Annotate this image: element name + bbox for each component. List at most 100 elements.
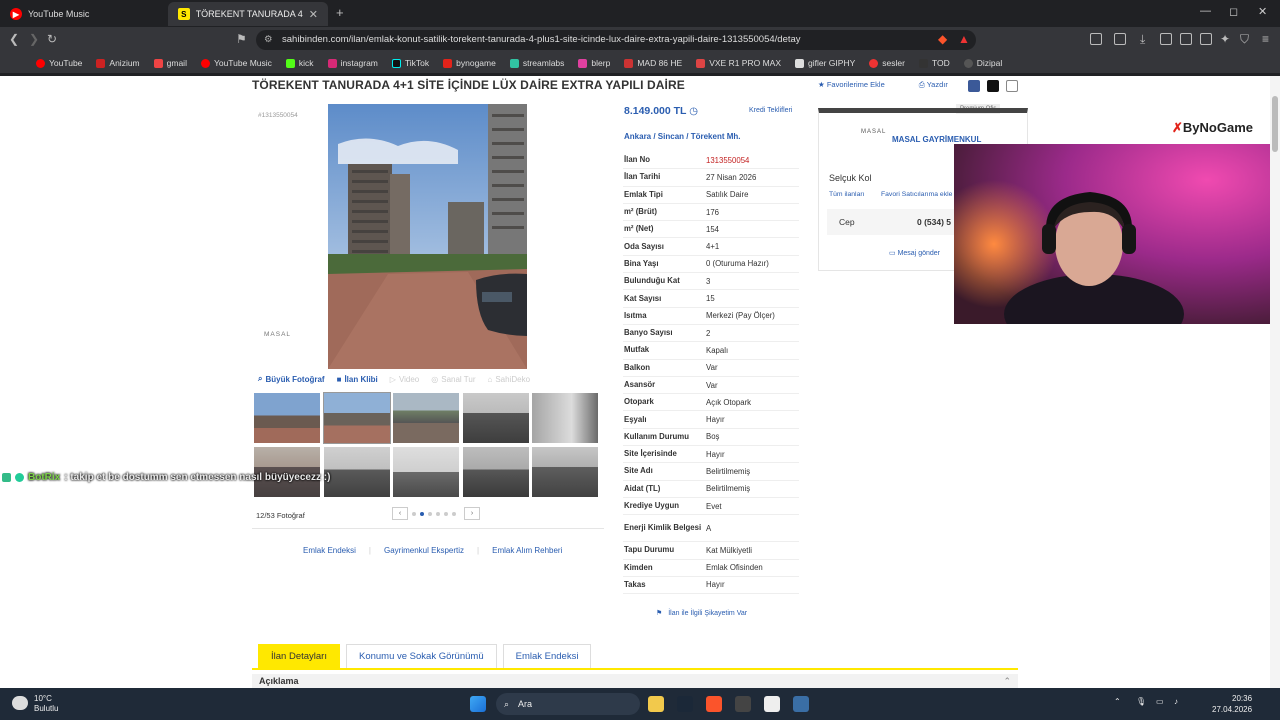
system-clock[interactable]: 20:36 27.04.2026 [1212, 693, 1252, 715]
collapse-icon[interactable]: ⌃ [1003, 676, 1011, 687]
thumbnail[interactable] [254, 393, 320, 443]
sahideko-link[interactable]: ⌂ SahiDeko [488, 375, 531, 384]
bookmark-dizipal[interactable]: Dizipal [963, 58, 1002, 68]
prev-photos-button[interactable]: ‹ [392, 507, 408, 520]
bookmark-bynogame[interactable]: bynogame [443, 58, 496, 68]
pager-dot[interactable] [412, 511, 416, 516]
thumbnail[interactable] [532, 447, 598, 497]
bookmark-vxe[interactable]: VXE R1 PRO MAX [696, 58, 781, 68]
big-photo-link[interactable]: ⌕ Büyük Fotoğraf [258, 374, 325, 384]
bookmark-gmail[interactable]: gmail [153, 58, 187, 68]
pager-dot-active[interactable] [420, 511, 424, 516]
history-icon[interactable] [1160, 33, 1172, 45]
address-bar[interactable]: ⚙ sahibinden.com/ilan/emlak-konut-satili… [256, 30, 976, 50]
pager-dot[interactable] [452, 511, 456, 516]
menu-icon[interactable]: ≡ [1262, 32, 1269, 46]
bookmark-anizium[interactable]: Anizium [96, 58, 140, 68]
neighborhood-link[interactable]: Törekent Mh. [691, 132, 741, 141]
bookmark-icon[interactable]: ⚑ [236, 32, 247, 46]
file-explorer-icon[interactable] [648, 696, 664, 712]
bookmark-tod[interactable]: TOD [918, 58, 950, 68]
main-photo[interactable] [328, 104, 527, 369]
close-window-icon[interactable]: ✕ [1258, 5, 1267, 18]
bookmark-sesler[interactable]: sesler [869, 58, 905, 68]
store-icon[interactable] [764, 696, 780, 712]
tab-youtube-music[interactable]: ▶ YouTube Music [0, 2, 168, 26]
close-tab-icon[interactable]: ✕ [309, 8, 318, 21]
next-photos-button[interactable]: › [464, 507, 480, 520]
weather-widget[interactable]: 10°C Bulutlu [34, 694, 58, 714]
tab-location[interactable]: Konumu ve Sokak Görünümü [345, 644, 497, 668]
thumbnail-selected[interactable] [322, 392, 391, 444]
new-tab-icon[interactable]: + [336, 5, 344, 20]
bookmark-kick[interactable]: kick [285, 58, 314, 68]
all-ads-link[interactable]: Tüm ilanları [829, 191, 865, 198]
tab-listing-details[interactable]: İlan Detayları [258, 644, 340, 668]
listing-clip-link[interactable]: ■ İlan Klibi [337, 375, 378, 384]
bookmark-giphy[interactable]: gifler GIPHY [795, 58, 855, 68]
scrollbar-thumb[interactable] [1272, 96, 1278, 152]
bookmark-instagram[interactable]: instagram [327, 58, 378, 68]
forward-icon[interactable]: ❯ [29, 32, 39, 46]
screenshot-icon[interactable] [1114, 33, 1126, 45]
vpn-icon[interactable]: ⛉ [1240, 32, 1249, 47]
site-info-icon[interactable]: ⚙ [264, 30, 273, 50]
minimize-icon[interactable]: — [1200, 5, 1211, 17]
credit-offers-link[interactable]: Kredi Teklifleri [749, 107, 792, 114]
x-share-icon[interactable] [987, 80, 999, 92]
brave-shield-icon[interactable]: ◆ [938, 32, 947, 46]
favorite-link[interactable]: ★ Favorilerime Ekle [818, 80, 885, 90]
tab-listing[interactable]: S TÖREKENT TANURADA 4+1 SİTE ✕ [168, 2, 328, 26]
brave-rewards-icon[interactable]: ▲ [958, 32, 970, 46]
rehber-link[interactable]: Emlak Alım Rehberi [492, 546, 562, 555]
city-link[interactable]: Ankara [624, 132, 651, 141]
favorite-seller-link[interactable]: Favori Satıcılarıma ekle [881, 191, 952, 198]
video-link[interactable]: ▷ Video [390, 375, 419, 384]
thumbnail[interactable] [532, 393, 598, 443]
mail-share-icon[interactable] [1006, 80, 1018, 92]
maximize-icon[interactable]: ◻ [1229, 5, 1238, 18]
seller-office-name[interactable]: MASAL GAYRİMENKUL [892, 135, 981, 144]
leo-icon[interactable]: ✦ [1220, 32, 1230, 46]
ekspertiz-link[interactable]: Gayrimenkul Ekspertiz [384, 546, 464, 555]
thumbnail[interactable] [462, 447, 529, 497]
weather-icon[interactable] [12, 696, 28, 710]
windows-start-icon[interactable] [470, 696, 486, 712]
mic-icon[interactable]: 🎙 [1136, 697, 1146, 706]
thumbnail[interactable] [393, 393, 459, 443]
print-link[interactable]: ⎙ Yazdır [919, 80, 948, 90]
steam-icon[interactable] [677, 696, 693, 712]
page-scrollbar[interactable] [1270, 76, 1280, 688]
pager-dot[interactable] [436, 511, 440, 516]
taskbar-search[interactable]: ⌕ Ara [496, 693, 640, 715]
bookmark-youtube[interactable]: YouTube [36, 58, 82, 68]
download-icon[interactable]: ⤓ [1140, 32, 1145, 47]
reload-icon[interactable]: ↻ [47, 32, 57, 46]
bookmark-youtube-music[interactable]: YouTube Music [200, 58, 272, 68]
app-icon[interactable] [793, 696, 809, 712]
wallet-icon[interactable] [1200, 33, 1212, 45]
bookmark-tiktok[interactable]: TikTok [391, 58, 429, 68]
virtual-tour-link[interactable]: ◎ Sanal Tur [431, 375, 475, 384]
network-icon[interactable]: ▭ [1156, 697, 1164, 706]
thumbnail[interactable] [323, 447, 390, 497]
brave-icon[interactable] [706, 696, 722, 712]
complain-link[interactable]: ⚑ İlan ile İlgili Şikayetim Var [656, 609, 747, 617]
volume-icon[interactable]: ♪ [1174, 697, 1178, 706]
send-message-link[interactable]: ▭ Mesaj gönder [889, 249, 940, 257]
thumbnail[interactable] [393, 447, 459, 497]
emlak-endeksi-link[interactable]: Emlak Endeksi [303, 546, 356, 555]
bookmark-blerp[interactable]: blerp [578, 58, 610, 68]
district-link[interactable]: Sincan [658, 132, 684, 141]
price-history-icon[interactable]: ◷ [689, 106, 698, 117]
bookmark-mad86[interactable]: MAD 86 HE [624, 58, 682, 68]
sidebar-icon[interactable] [1180, 33, 1192, 45]
tab-emlak-endeksi[interactable]: Emlak Endeksi [502, 644, 592, 668]
pager-dot[interactable] [428, 511, 432, 516]
pager-dot[interactable] [444, 511, 448, 516]
thumbnail[interactable] [462, 393, 529, 443]
epic-games-icon[interactable] [735, 696, 751, 712]
extensions-icon[interactable] [1090, 33, 1102, 45]
bookmark-streamlabs[interactable]: streamlabs [509, 58, 564, 68]
tray-chevron-icon[interactable]: ⌃ [1114, 697, 1121, 706]
